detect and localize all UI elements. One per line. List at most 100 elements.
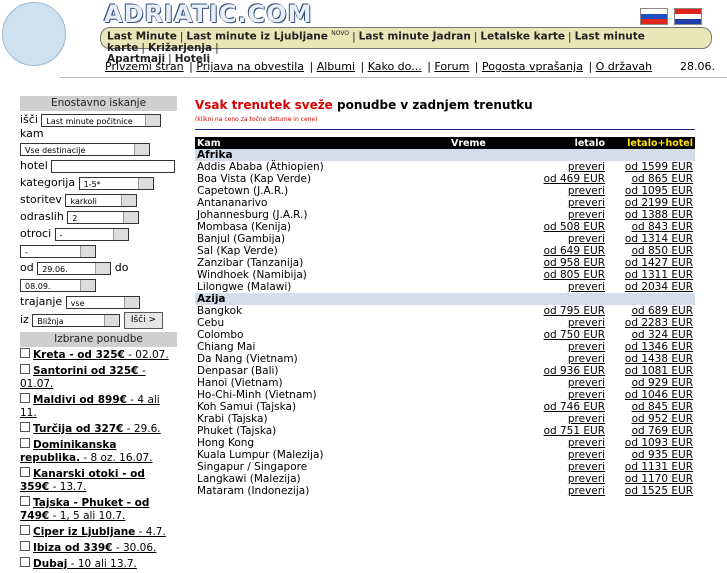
package-price-link[interactable]: od 1093 EUR — [607, 437, 695, 449]
offer-item[interactable]: Tajska - Phuket - od 749€ - 1, 5 ali 10.… — [20, 496, 177, 523]
offer-title[interactable]: Kreta - od 325€ — [33, 349, 125, 361]
flight-price-link[interactable]: preveri — [523, 473, 607, 485]
offer-detail[interactable]: - 30.06. — [112, 542, 157, 554]
package-price-link[interactable]: od 324 EUR — [607, 329, 695, 341]
do-date-select[interactable]: 08.09. — [20, 278, 96, 292]
package-price-link[interactable]: od 845 EUR — [607, 401, 695, 413]
offer-item[interactable]: Dubaj - 10 ali 13.7. — [20, 557, 177, 571]
offer-title[interactable]: Santorini od 325€ — [33, 365, 138, 377]
package-price-link[interactable]: od 1046 EUR — [607, 389, 695, 401]
package-price-link[interactable]: od 1525 EUR — [607, 485, 695, 497]
flight-price-link[interactable]: preveri — [523, 161, 607, 173]
package-price-link[interactable]: od 769 EUR — [607, 425, 695, 437]
child-age-select[interactable]: - — [20, 244, 96, 258]
offer-detail[interactable]: - 10 ali 13.7. — [67, 558, 137, 570]
offer-item[interactable]: Ciper iz Ljubljane - 4.7. — [20, 525, 177, 539]
search-button[interactable]: Išči > — [123, 311, 164, 329]
sub-link[interactable]: Kako do... — [368, 60, 422, 73]
package-price-link[interactable]: od 952 EUR — [607, 413, 695, 425]
nav-link[interactable]: Letalske karte — [480, 31, 565, 43]
trajanje-select[interactable]: vse — [65, 295, 140, 309]
sub-link[interactable]: Pogosta vprašanja — [482, 60, 583, 73]
flight-price-link[interactable]: od 750 EUR — [523, 329, 607, 341]
flight-price-link[interactable]: preveri — [523, 233, 607, 245]
offer-detail[interactable]: - 4.7. — [135, 526, 166, 538]
offer-item[interactable]: Kanarski otoki - od 359€ - 13.7. — [20, 467, 177, 494]
package-price-link[interactable]: od 1438 EUR — [607, 353, 695, 365]
offer-title[interactable]: Ibiza od 339€ — [33, 542, 112, 554]
package-price-link[interactable]: od 1314 EUR — [607, 233, 695, 245]
package-price-link[interactable]: od 2034 EUR — [607, 281, 695, 293]
sub-link[interactable]: Privzemi stran — [105, 60, 184, 73]
offer-title[interactable]: Turčija od 327€ — [33, 423, 123, 435]
flight-price-link[interactable]: od 805 EUR — [523, 269, 607, 281]
flight-price-link[interactable]: preveri — [523, 341, 607, 353]
otroci-select[interactable]: - — [54, 227, 129, 241]
offer-item[interactable]: Maldivi od 899€ - 4 ali 11. — [20, 393, 177, 420]
isci-select[interactable]: Last minute počitnice — [41, 113, 162, 127]
nav-link[interactable]: Last minute Jadran — [359, 31, 471, 43]
flight-price-link[interactable]: od 508 EUR — [523, 221, 607, 233]
iz-select[interactable]: Bližnja — [32, 313, 121, 327]
package-price-link[interactable]: od 1388 EUR — [607, 209, 695, 221]
flight-price-link[interactable]: od 795 EUR — [523, 305, 607, 317]
sub-link[interactable]: O državah — [596, 60, 652, 73]
offer-detail[interactable]: - 02.07. — [125, 349, 169, 361]
hotel-input[interactable] — [51, 159, 176, 173]
offer-item[interactable]: Turčija od 327€ - 29.6. — [20, 422, 177, 436]
offer-detail[interactable]: - 1, 5 ali 10.7. — [49, 510, 126, 522]
offer-item[interactable]: Santorini od 325€ - 01.07. — [20, 364, 177, 391]
flight-price-link[interactable]: od 751 EUR — [523, 425, 607, 437]
odraslih-select[interactable]: 2 — [67, 210, 140, 224]
offer-detail[interactable]: - 8 oz. 16.07. — [80, 452, 152, 464]
package-price-link[interactable]: od 1131 EUR — [607, 461, 695, 473]
flight-price-link[interactable]: preveri — [523, 389, 607, 401]
offer-title[interactable]: Maldivi od 899€ — [33, 394, 127, 406]
flight-price-link[interactable]: preveri — [523, 413, 607, 425]
flight-price-link[interactable]: preveri — [523, 449, 607, 461]
kam-select[interactable]: Vse destinacije — [20, 142, 150, 156]
offer-item[interactable]: Dominikanska republika. - 8 oz. 16.07. — [20, 438, 177, 465]
package-price-link[interactable]: od 1170 EUR — [607, 473, 695, 485]
offer-item[interactable]: Kreta - od 325€ - 02.07. — [20, 348, 177, 362]
offer-detail[interactable]: - 13.7. — [49, 481, 87, 493]
flight-price-link[interactable]: od 746 EUR — [523, 401, 607, 413]
croatia-flag-icon[interactable] — [674, 8, 702, 25]
flight-price-link[interactable]: preveri — [523, 485, 607, 497]
logo-icon[interactable] — [2, 2, 66, 66]
flight-price-link[interactable]: preveri — [523, 197, 607, 209]
offer-detail[interactable]: - 29.6. — [123, 423, 161, 435]
package-price-link[interactable]: od 1599 EUR — [607, 161, 695, 173]
flight-price-link[interactable]: preveri — [523, 185, 607, 197]
sub-link[interactable]: Albumi — [317, 60, 355, 73]
package-price-link[interactable]: od 1311 EUR — [607, 269, 695, 281]
package-price-link[interactable]: od 1427 EUR — [607, 257, 695, 269]
package-price-link[interactable]: od 850 EUR — [607, 245, 695, 257]
storitev-select[interactable]: karkoli — [65, 193, 138, 207]
package-price-link[interactable]: od 2199 EUR — [607, 197, 695, 209]
package-price-link[interactable]: od 2283 EUR — [607, 317, 695, 329]
package-price-link[interactable]: od 1081 EUR — [607, 365, 695, 377]
package-price-link[interactable]: od 929 EUR — [607, 377, 695, 389]
od-date-select[interactable]: 29.06. — [37, 261, 112, 275]
package-price-link[interactable]: od 865 EUR — [607, 173, 695, 185]
flight-price-link[interactable]: preveri — [523, 461, 607, 473]
package-price-link[interactable]: od 1095 EUR — [607, 185, 695, 197]
flight-price-link[interactable]: preveri — [523, 437, 607, 449]
flight-price-link[interactable]: preveri — [523, 377, 607, 389]
package-price-link[interactable]: od 1346 EUR — [607, 341, 695, 353]
package-price-link[interactable]: od 689 EUR — [607, 305, 695, 317]
offer-title[interactable]: Ciper iz Ljubljane — [33, 526, 135, 538]
package-price-link[interactable]: od 843 EUR — [607, 221, 695, 233]
flight-price-link[interactable]: od 936 EUR — [523, 365, 607, 377]
flight-price-link[interactable]: od 958 EUR — [523, 257, 607, 269]
offer-item[interactable]: Ibiza od 339€ - 30.06. — [20, 541, 177, 555]
flight-price-link[interactable]: preveri — [523, 281, 607, 293]
flight-price-link[interactable]: od 469 EUR — [523, 173, 607, 185]
flight-price-link[interactable]: od 649 EUR — [523, 245, 607, 257]
package-price-link[interactable]: od 935 EUR — [607, 449, 695, 461]
flight-price-link[interactable]: preveri — [523, 317, 607, 329]
sub-link[interactable]: Prijava na obvestila — [196, 60, 304, 73]
site-logo[interactable]: ADRIATIC.COM — [104, 0, 313, 28]
sub-link[interactable]: Forum — [434, 60, 469, 73]
